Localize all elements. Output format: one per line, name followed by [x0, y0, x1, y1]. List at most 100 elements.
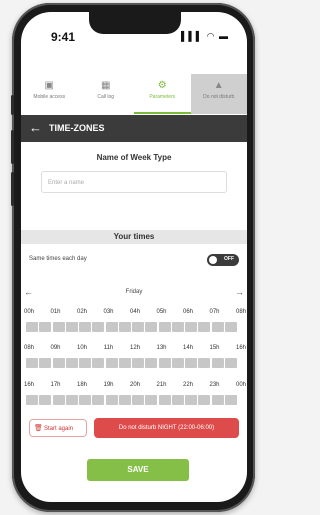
time-slot[interactable]: [198, 358, 211, 368]
volume-up-button: [11, 130, 14, 164]
time-slot[interactable]: [39, 322, 52, 332]
tab-mobile-access[interactable]: ▣ Mobile access: [21, 74, 78, 114]
time-slot[interactable]: [224, 322, 237, 332]
same-times-toggle[interactable]: OFF: [207, 254, 239, 266]
time-slot[interactable]: [211, 322, 224, 332]
time-slot[interactable]: [52, 395, 65, 405]
your-times-heading: Your times: [21, 230, 247, 244]
time-slot[interactable]: [118, 358, 131, 368]
time-slot[interactable]: [105, 322, 118, 332]
time-slot[interactable]: [132, 358, 144, 368]
hour-label: 23h: [209, 382, 220, 388]
time-slot[interactable]: [158, 322, 171, 332]
back-arrow-icon[interactable]: ←: [29, 120, 42, 135]
hour-label: 00h: [23, 309, 34, 315]
time-slot[interactable]: [118, 322, 131, 332]
toggle-state: OFF: [224, 256, 234, 262]
time-slot[interactable]: [158, 395, 171, 405]
hour-label: 05h: [156, 309, 167, 315]
status-time: 9:41: [51, 30, 76, 44]
title-bar: ← TIME-ZONES: [21, 115, 247, 142]
time-slot[interactable]: [92, 322, 105, 332]
slots-row-3: [21, 395, 247, 407]
day-selector: ← Friday →: [21, 287, 247, 299]
time-slot[interactable]: [105, 358, 118, 368]
same-times-label: Same times each day: [29, 256, 87, 262]
time-slot[interactable]: [92, 395, 105, 405]
time-slot[interactable]: [145, 322, 158, 332]
time-slot[interactable]: [185, 395, 197, 405]
time-slot[interactable]: [39, 358, 52, 368]
slots-row-2: [21, 358, 247, 370]
time-slot[interactable]: [185, 358, 197, 368]
app-screen: 9:41 ▌▌▌ ◠ ▬ ▣ Mobile access ▦ Call log …: [21, 12, 247, 502]
hour-label: 17h: [50, 382, 61, 388]
week-name-label: Name of Week Type: [96, 153, 172, 162]
time-slot[interactable]: [92, 358, 105, 368]
time-slot[interactable]: [79, 358, 91, 368]
tab-label: Parameters: [149, 94, 176, 100]
time-slot[interactable]: [26, 322, 38, 332]
hour-label: 04h: [129, 309, 140, 315]
time-slot[interactable]: [145, 358, 158, 368]
trash-icon: 🗑: [34, 425, 43, 432]
next-day-arrow-icon[interactable]: →: [235, 287, 244, 297]
time-slot[interactable]: [211, 395, 224, 405]
time-slot[interactable]: [224, 395, 237, 405]
time-slot[interactable]: [145, 395, 158, 405]
time-slot[interactable]: [52, 358, 65, 368]
notch: [89, 12, 181, 34]
time-slot[interactable]: [185, 322, 197, 332]
hour-label: 18h: [76, 382, 87, 388]
tab-parameters[interactable]: ⚙ Parameters: [134, 74, 191, 114]
signal-wifi-battery-icon: ▌▌▌ ◠ ▬: [181, 31, 229, 41]
hour-label: 12h: [129, 345, 140, 351]
do-not-disturb-night-button[interactable]: Do not disturb NIGHT (22:00-06:00): [94, 418, 239, 438]
tab-do-not-disturb[interactable]: ▲ Do not disturb: [190, 74, 247, 114]
save-button[interactable]: SAVE: [87, 459, 189, 481]
time-slot[interactable]: [26, 358, 38, 368]
day-label: Friday: [125, 289, 143, 295]
time-slot[interactable]: [118, 395, 131, 405]
time-slot[interactable]: [171, 395, 184, 405]
time-slot[interactable]: [132, 395, 144, 405]
time-slot[interactable]: [171, 358, 184, 368]
time-slot[interactable]: [65, 395, 78, 405]
hours-row-1: 00h 01h 02h 03h 04h 05h 06h 07h 08h: [21, 309, 247, 319]
start-again-label: Start again: [44, 426, 74, 432]
time-slot[interactable]: [198, 395, 211, 405]
time-slot[interactable]: [52, 322, 65, 332]
building-icon: ▣: [44, 80, 54, 91]
hour-label: 19h: [103, 382, 114, 388]
time-slot[interactable]: [26, 395, 38, 405]
time-slot[interactable]: [211, 358, 224, 368]
hours-row-3: 16h 17h 18h 19h 20h 21h 22h 23h 00h: [21, 382, 247, 392]
slots-row-1: [21, 322, 247, 334]
time-slot[interactable]: [79, 395, 91, 405]
tab-call-log[interactable]: ▦ Call log: [78, 74, 135, 114]
time-slot[interactable]: [65, 322, 78, 332]
time-slot[interactable]: [65, 358, 78, 368]
time-slot[interactable]: [198, 322, 211, 332]
time-slot[interactable]: [158, 358, 171, 368]
hour-label: 06h: [182, 309, 193, 315]
hour-label: 16h: [235, 345, 246, 351]
hour-label: 02h: [76, 309, 87, 315]
calendar-icon: ▦: [101, 80, 111, 91]
time-slot[interactable]: [171, 322, 184, 332]
hour-label: 09h: [50, 345, 61, 351]
tab-label: Call log: [97, 94, 115, 100]
time-slot[interactable]: [79, 322, 91, 332]
time-slot[interactable]: [132, 322, 144, 332]
hour-label: 20h: [129, 382, 140, 388]
week-name-input[interactable]: Enter a name: [41, 171, 227, 193]
same-times-row: Same times each day OFF: [21, 253, 247, 267]
time-slot[interactable]: [39, 395, 52, 405]
hour-label: 14h: [182, 345, 193, 351]
time-slot[interactable]: [105, 395, 118, 405]
tab-label: Do not disturb: [203, 94, 235, 100]
page-title: TIME-ZONES: [49, 123, 105, 133]
start-again-button[interactable]: 🗑 Start again: [29, 419, 87, 437]
time-slot[interactable]: [224, 358, 237, 368]
hour-label: 11h: [103, 345, 114, 351]
